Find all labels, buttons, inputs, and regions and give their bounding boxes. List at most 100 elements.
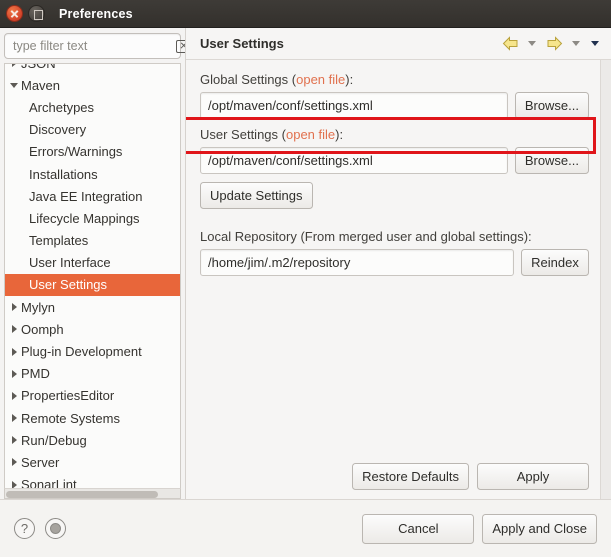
chevron-right-icon[interactable] xyxy=(7,325,21,333)
sidebar-item-server[interactable]: Server xyxy=(5,451,180,473)
back-history-chevron-down-icon[interactable] xyxy=(524,34,540,54)
sidebar-item-label: Mylyn xyxy=(21,299,55,315)
sidebar-item-label: SonarLint xyxy=(21,477,77,488)
sidebar-item-plug-in-development[interactable]: Plug-in Development xyxy=(5,340,180,362)
page-title: User Settings xyxy=(200,36,284,51)
global-settings-open-file-link[interactable]: open file xyxy=(296,72,345,87)
global-settings-browse-button[interactable]: Browse... xyxy=(514,92,589,119)
preferences-dialog: JSON Maven Archetypes Discovery Errors/Warni… xyxy=(0,28,611,557)
user-settings-row: Browse... xyxy=(200,147,589,174)
sidebar-item-label: Lifecycle Mappings xyxy=(29,210,140,226)
filter-field-wrapper[interactable] xyxy=(4,33,192,59)
sidebar-item-label: Discovery xyxy=(29,122,87,138)
page-body: Global Settings (open file): Browse... U… xyxy=(186,60,611,463)
apply-button[interactable]: Apply xyxy=(477,463,589,490)
user-settings-path-input[interactable] xyxy=(200,147,508,174)
chevron-right-icon[interactable] xyxy=(7,348,21,356)
global-settings-label-suffix: ): xyxy=(345,72,354,87)
cancel-button[interactable]: Cancel xyxy=(362,513,475,544)
page-header: User Settings xyxy=(186,28,611,60)
oomph-icon-inner xyxy=(50,523,61,534)
back-arrow-icon[interactable] xyxy=(499,34,521,54)
update-settings-button[interactable]: Update Settings xyxy=(200,182,313,209)
user-settings-label: User Settings (open file): xyxy=(200,127,589,142)
chevron-down-icon[interactable] xyxy=(7,83,21,88)
apply-and-close-button[interactable]: Apply and Close xyxy=(482,513,597,544)
sidebar-item-run-debug[interactable]: Run/Debug xyxy=(5,429,180,451)
preferences-sidebar: JSON Maven Archetypes Discovery Errors/Warni… xyxy=(0,28,192,499)
sidebar-item-maven[interactable]: Maven xyxy=(5,74,180,96)
sidebar-item-json[interactable]: JSON xyxy=(5,63,180,74)
chevron-right-icon[interactable] xyxy=(7,392,21,400)
tree-rows: JSON Maven Archetypes Discovery Errors/Warni… xyxy=(5,63,180,488)
sidebar-item-remote-systems[interactable]: Remote Systems xyxy=(5,407,180,429)
footer-button-group: Cancel Apply and Close xyxy=(362,513,597,544)
search-input[interactable] xyxy=(13,39,174,53)
restore-icon[interactable] xyxy=(28,5,45,22)
chevron-right-icon[interactable] xyxy=(7,436,21,444)
window-title: Preferences xyxy=(59,6,133,21)
window-titlebar: Preferences xyxy=(0,0,611,28)
chevron-right-icon[interactable] xyxy=(7,414,21,422)
close-icon[interactable] xyxy=(6,5,23,22)
sidebar-item-discovery[interactable]: Discovery xyxy=(5,119,180,141)
scrollbar-thumb[interactable] xyxy=(6,490,158,498)
page-navigation xyxy=(499,34,603,54)
sidebar-item-label: User Settings xyxy=(29,277,108,293)
global-settings-label: Global Settings (open file): xyxy=(200,72,589,87)
user-settings-browse-button[interactable]: Browse... xyxy=(514,147,589,174)
tree-horizontal-scrollbar[interactable] xyxy=(4,488,181,499)
sidebar-item-label: PMD xyxy=(21,366,50,382)
chevron-right-icon[interactable] xyxy=(7,481,21,488)
sidebar-item-java-ee-integration[interactable]: Java EE Integration xyxy=(5,185,180,207)
forward-history-chevron-down-icon[interactable] xyxy=(568,34,584,54)
sidebar-item-oomph[interactable]: Oomph xyxy=(5,318,180,340)
settings-page: User Settings Global Settings (open file… xyxy=(185,28,611,499)
sidebar-item-mylyn[interactable]: Mylyn xyxy=(5,296,180,318)
local-repository-label: Local Repository (From merged user and g… xyxy=(200,229,532,244)
preferences-tree[interactable]: JSON Maven Archetypes Discovery Errors/Warni… xyxy=(4,63,181,488)
sidebar-item-propertieseditor[interactable]: PropertiesEditor xyxy=(5,385,180,407)
chevron-right-icon[interactable] xyxy=(7,458,21,466)
page-vertical-scrollbar[interactable] xyxy=(600,60,611,499)
sidebar-item-user-interface[interactable]: User Interface xyxy=(5,252,180,274)
dialog-footer: ? Cancel Apply and Close xyxy=(0,499,611,557)
sidebar-item-sonarlint[interactable]: SonarLint xyxy=(5,474,180,488)
sidebar-item-label: Server xyxy=(21,454,60,470)
user-settings-label-prefix: User Settings ( xyxy=(200,127,286,142)
sidebar-item-errors-warnings[interactable]: Errors/Warnings xyxy=(5,141,180,163)
sidebar-item-label: Remote Systems xyxy=(21,410,120,426)
sidebar-item-label: Errors/Warnings xyxy=(29,144,123,160)
sidebar-item-label: PropertiesEditor xyxy=(21,388,115,404)
oomph-icon[interactable] xyxy=(45,518,66,539)
reindex-button[interactable]: Reindex xyxy=(521,249,589,276)
sidebar-item-label: Java EE Integration xyxy=(29,188,143,204)
page-action-buttons: Restore Defaults Apply xyxy=(186,463,611,499)
view-menu-chevron-down-icon[interactable] xyxy=(587,34,603,54)
user-settings-open-file-link[interactable]: open file xyxy=(286,127,335,142)
global-settings-row: Browse... xyxy=(200,92,589,119)
local-repository-path-input[interactable] xyxy=(200,249,514,276)
user-settings-label-suffix: ): xyxy=(335,127,344,142)
sidebar-item-installations[interactable]: Installations xyxy=(5,163,180,185)
chevron-right-icon[interactable] xyxy=(7,64,21,67)
sidebar-item-archetypes[interactable]: Archetypes xyxy=(5,96,180,118)
chevron-right-icon[interactable] xyxy=(7,370,21,378)
help-icon[interactable]: ? xyxy=(14,518,35,539)
sidebar-item-pmd[interactable]: PMD xyxy=(5,363,180,385)
sidebar-item-label: JSON xyxy=(21,63,56,71)
sidebar-item-label: Run/Debug xyxy=(21,432,87,448)
dialog-content: JSON Maven Archetypes Discovery Errors/Warni… xyxy=(0,28,611,499)
forward-arrow-icon[interactable] xyxy=(543,34,565,54)
local-repository-row: Reindex xyxy=(200,249,589,276)
global-settings-path-input[interactable] xyxy=(200,92,508,119)
chevron-right-icon[interactable] xyxy=(7,303,21,311)
sidebar-item-label: Archetypes xyxy=(29,99,95,115)
sidebar-item-label: Plug-in Development xyxy=(21,344,142,360)
sidebar-item-templates[interactable]: Templates xyxy=(5,230,180,252)
sidebar-item-user-settings[interactable]: User Settings xyxy=(5,273,180,297)
sidebar-item-lifecycle-mappings[interactable]: Lifecycle Mappings xyxy=(5,207,180,229)
restore-defaults-button[interactable]: Restore Defaults xyxy=(352,463,469,490)
sidebar-item-label: Oomph xyxy=(21,321,64,337)
sidebar-item-label: Installations xyxy=(29,166,98,182)
